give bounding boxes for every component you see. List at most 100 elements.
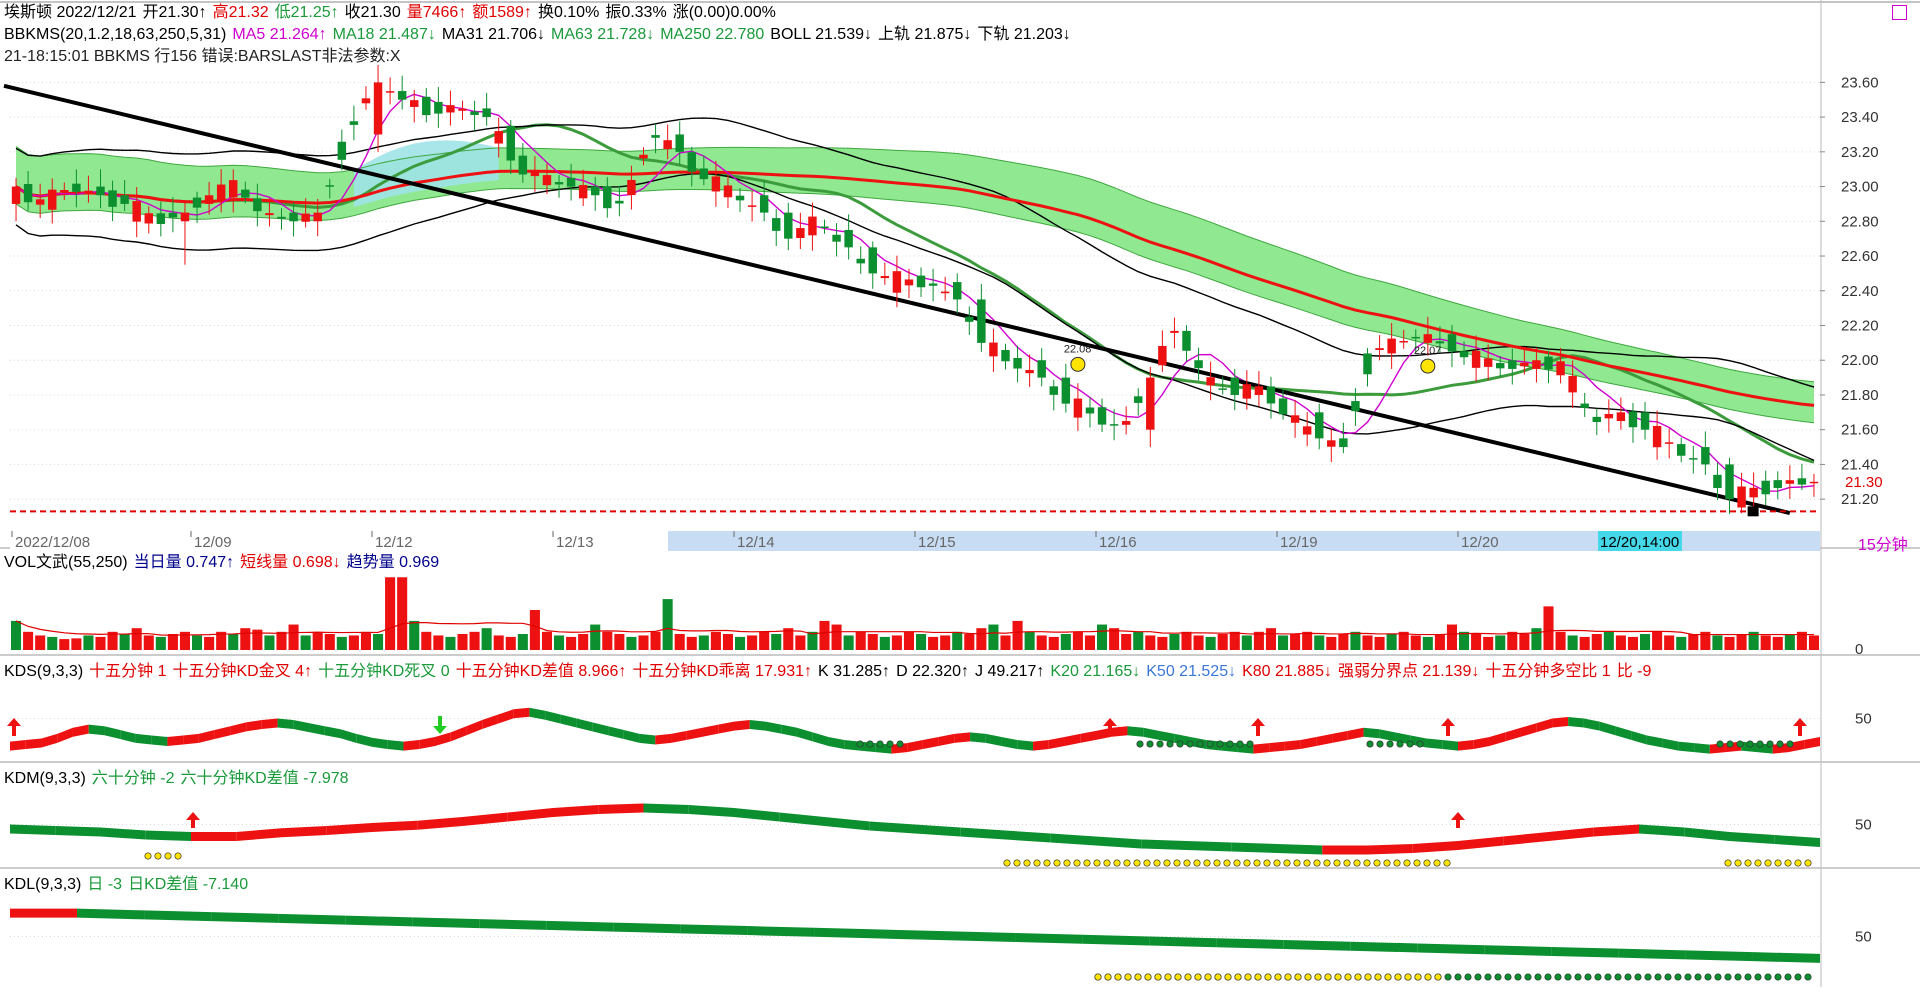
candle-body bbox=[675, 134, 684, 152]
candle-body bbox=[1049, 386, 1058, 395]
volume-bar bbox=[1362, 635, 1373, 650]
kds-band-segment bbox=[293, 720, 310, 733]
kds-band-segment bbox=[372, 737, 388, 750]
volume-bar bbox=[879, 636, 890, 650]
kdm-dot bbox=[1153, 859, 1161, 867]
panel-toggle-checkbox[interactable] bbox=[1892, 5, 1907, 20]
kds-info-item: 比 -9 bbox=[1616, 663, 1652, 680]
candle-body bbox=[880, 276, 890, 279]
kdm-band-segment bbox=[1186, 841, 1232, 852]
volume-bar bbox=[1808, 635, 1819, 650]
kdl-dot bbox=[1654, 973, 1662, 981]
volume-bar bbox=[566, 636, 577, 650]
kdl-dot bbox=[1214, 973, 1222, 981]
timeframe-label[interactable]: 15分钟 bbox=[1858, 531, 1908, 555]
candle-body bbox=[1556, 361, 1565, 376]
candle-body bbox=[1459, 351, 1469, 358]
volume-bar bbox=[916, 634, 927, 650]
candle-body bbox=[687, 152, 696, 172]
arrow-stem bbox=[1456, 820, 1460, 828]
arrow-stem bbox=[438, 716, 442, 726]
kdm-band-segment bbox=[10, 824, 56, 835]
candle-body bbox=[1387, 338, 1396, 354]
candle-body bbox=[1483, 358, 1493, 367]
volume-bar bbox=[988, 624, 999, 650]
kdl-band-segment bbox=[1752, 952, 1820, 963]
volume-bar bbox=[554, 635, 565, 650]
kds-dot bbox=[1776, 740, 1784, 748]
candle-body bbox=[904, 279, 914, 286]
volume-bar bbox=[819, 620, 830, 650]
kds-band-segment bbox=[261, 718, 278, 730]
kds-band-segment bbox=[1143, 727, 1159, 740]
kdl-dot bbox=[1154, 973, 1162, 981]
candle-body bbox=[446, 105, 455, 113]
kds-dot bbox=[1726, 740, 1734, 748]
volume-bar bbox=[505, 636, 516, 650]
kdl-info-item: 日KD差值 -7.140 bbox=[128, 876, 249, 893]
kds-dot bbox=[1416, 740, 1424, 748]
buy-arrow-icon bbox=[1451, 812, 1465, 820]
volume-bar bbox=[1024, 631, 1035, 650]
volume-bar bbox=[1712, 635, 1723, 650]
candle-body bbox=[1134, 396, 1143, 403]
volume-bar bbox=[143, 635, 154, 650]
kdm-dot bbox=[1804, 859, 1812, 867]
kdm-band-segment bbox=[1005, 830, 1051, 843]
kdm-header: KDM(9,3,3) 六十分钟 -2 六十分钟KD差值 -7.978 bbox=[4, 769, 355, 788]
kdl-dot bbox=[1124, 973, 1132, 981]
price-tick-label: 23.60 bbox=[1841, 74, 1879, 91]
kdm-dot bbox=[1373, 859, 1381, 867]
candle-body bbox=[1773, 480, 1782, 488]
candle-body bbox=[1073, 398, 1083, 418]
candle-body bbox=[1339, 438, 1348, 448]
kdm-band-segment bbox=[1593, 824, 1639, 837]
kdm-band-segment bbox=[1141, 839, 1187, 850]
kdm-info-item: KDM(9,3,3) bbox=[4, 770, 86, 787]
volume-bar bbox=[35, 635, 46, 650]
kds-band-segment bbox=[1111, 726, 1128, 737]
kdm-band-segment bbox=[1322, 845, 1368, 855]
date-highlight-label: 12/20,14:00 bbox=[1600, 534, 1679, 551]
candle-body bbox=[1713, 474, 1722, 488]
volume-bar bbox=[517, 634, 528, 650]
arrow-stem bbox=[1256, 726, 1260, 736]
kds-info-item: 十五分钟KD金叉 4↑ bbox=[172, 663, 313, 680]
candle-body bbox=[180, 212, 190, 222]
chart-canvas[interactable]: 21.20 21.40 21.60 21.80 22.00 22.20 22.40 22.60… bbox=[0, 0, 1920, 987]
candle-body bbox=[11, 186, 21, 204]
buy-arrow-icon bbox=[186, 812, 200, 820]
volume-bar bbox=[1374, 636, 1385, 650]
kdl-header: KDL(9,3,3) 日 -3 日KD差值 -7.140 bbox=[4, 875, 254, 894]
volume-bar bbox=[807, 631, 818, 650]
kds-band-segment bbox=[41, 733, 58, 748]
kds-band-segment bbox=[1662, 738, 1679, 751]
candle-body bbox=[989, 342, 998, 357]
volume-bar bbox=[1483, 636, 1494, 650]
indicator-info-item: 上轨 21.875↓ bbox=[878, 26, 972, 43]
price-info-item: 高21.32 bbox=[212, 4, 269, 21]
candle-body bbox=[506, 125, 515, 161]
smiley-icon bbox=[1420, 358, 1436, 374]
candle-body bbox=[108, 190, 117, 207]
kdl-dot bbox=[1574, 973, 1582, 981]
kds-band-segment bbox=[277, 718, 294, 730]
candle-body bbox=[253, 198, 262, 212]
volume-bar bbox=[795, 635, 806, 650]
kdl-dot bbox=[1734, 973, 1742, 981]
candle-body bbox=[23, 184, 33, 203]
kds-band-segment bbox=[1489, 732, 1506, 746]
arrow-stem bbox=[12, 726, 16, 736]
kds-dot bbox=[1166, 740, 1174, 748]
candle-body bbox=[530, 171, 540, 177]
kds-band-segment bbox=[497, 709, 514, 724]
kds-band-segment bbox=[1631, 730, 1647, 745]
kdl-dot bbox=[1324, 973, 1332, 981]
kdl-band-segment bbox=[613, 922, 681, 934]
candle-body bbox=[156, 213, 166, 225]
candle-body bbox=[1689, 458, 1698, 460]
price-tick-label: 21.20 bbox=[1841, 491, 1879, 508]
kdm-band-segment bbox=[1050, 833, 1096, 846]
kds-info-item: 十五分钟 1 bbox=[89, 663, 167, 680]
volume-bar bbox=[433, 635, 444, 650]
